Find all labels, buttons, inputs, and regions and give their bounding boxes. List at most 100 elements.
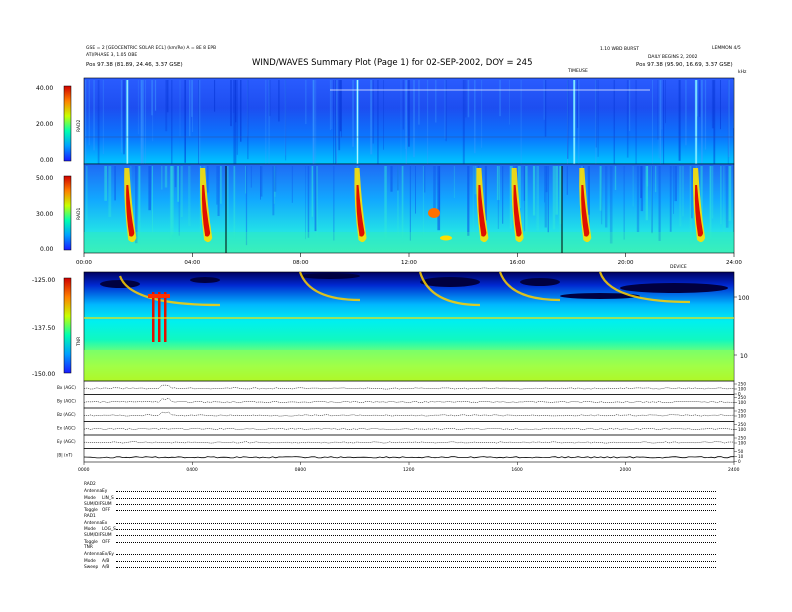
rad1-cbar-tick-2: 0.00: [40, 246, 54, 253]
rad2-burst-core: [695, 80, 697, 164]
rad2-streak: [597, 80, 599, 157]
rad2-streak: [179, 80, 181, 137]
rad2-streak: [474, 80, 476, 154]
rad2-streak: [701, 80, 703, 164]
rad2-streak: [123, 80, 125, 155]
rad2-streak: [240, 80, 242, 142]
rad1-streak: [523, 166, 525, 201]
rad1-streak: [558, 166, 562, 233]
rad2-streak: [166, 80, 169, 113]
rad2-streak: [720, 80, 721, 130]
rad1-streak: [161, 166, 163, 190]
rad1-streak: [640, 166, 642, 199]
tnr-dark-region: [420, 277, 480, 287]
rad-time-tick: 04:00: [184, 260, 200, 266]
rad1-low-band: [84, 232, 734, 252]
rad1-streak: [545, 166, 548, 193]
rad2-streak: [445, 80, 447, 142]
status-row-value: Ey: [102, 489, 108, 495]
rad1-streak: [655, 166, 657, 193]
rad1-streak: [728, 166, 732, 221]
rad1-streak: [307, 166, 310, 238]
rad2-streak: [184, 80, 186, 163]
tnr-red-spike: [152, 292, 155, 342]
rad-time-tick: 16:00: [509, 260, 525, 266]
status-row-label: Sweep: [84, 564, 99, 570]
rad2-streak: [333, 80, 335, 174]
rad2-streak: [658, 80, 660, 159]
rad1-streak: [433, 166, 436, 214]
rad2-streak: [698, 80, 701, 117]
status-row-label: Antenna: [84, 489, 103, 495]
line-panel-trace: [83, 456, 734, 459]
status-row: AntennaEx: [84, 520, 734, 526]
rad1-blob-1: [428, 208, 440, 218]
rad2-streak: [137, 80, 139, 135]
status-row: Mode LIN_S: [84, 495, 734, 501]
rad1-streak: [525, 166, 528, 235]
rad-time-tick: 20:00: [618, 260, 634, 266]
rad2-burst-core: [573, 80, 575, 164]
rad1-streak: [114, 166, 116, 201]
rad2-streak: [435, 80, 437, 123]
rad2-burst-core: [126, 80, 128, 164]
line-panels: Bx (AGC)2501000By (AGC)250100Bz (AGC)250…: [57, 380, 746, 464]
tnr-red-spike: [158, 292, 161, 342]
rad2-streak: [509, 80, 510, 125]
rad2-streak: [120, 80, 123, 153]
rad2-streak: [338, 80, 341, 151]
status-row-value: SUM: [102, 533, 112, 539]
rad1-streak: [164, 166, 168, 188]
rad1-streak: [233, 166, 236, 239]
bottom-time-tick: 0800: [295, 467, 307, 473]
rad2-streak: [331, 80, 333, 130]
rad1-streak: [720, 166, 722, 225]
rad2-streak: [341, 80, 342, 138]
line-panel-label: |B| (nT): [57, 453, 73, 458]
rad2-streak: [189, 80, 191, 137]
line-panel-right-tick: 100: [738, 414, 746, 419]
rad2-streak: [711, 80, 714, 129]
tnr-dark-region: [520, 278, 560, 286]
rad1-streak: [484, 166, 487, 221]
rad1-streak: [646, 166, 649, 187]
status-row-dots: [116, 558, 716, 562]
rad2-streak: [659, 80, 662, 167]
status-row-label: Toggle: [84, 539, 98, 545]
rad2-streak: [733, 80, 734, 129]
rad1-streak: [174, 166, 177, 188]
line-panel-label: Bx (AGC): [57, 385, 76, 390]
bottom-time-axis: 0000 0400 0800 1200 1600 2000 2400: [78, 462, 740, 473]
status-row: AntennaEx/Ey: [84, 551, 734, 557]
rad2-streak: [247, 80, 249, 160]
line-panel-trace: [83, 384, 735, 390]
line-panel-right-tick: 100: [738, 441, 746, 446]
rad1-streak: [532, 166, 536, 216]
rad2-streak: [278, 80, 280, 122]
status-row-value: Ex: [102, 520, 108, 526]
status-row-label: SUM/DIF: [84, 501, 103, 507]
status-row-dots: [116, 495, 716, 499]
rad1-streak: [453, 166, 455, 198]
bottom-time-tick: 1200: [403, 467, 415, 473]
rad1-streak: [104, 166, 107, 201]
rad1-streak: [725, 166, 729, 228]
line-panel-frame: [83, 434, 735, 449]
tnr-low-band: [84, 350, 734, 381]
status-row: Mode LOG_S: [84, 526, 734, 532]
rad2-streak: [315, 80, 317, 174]
status-row-value: OFF: [102, 539, 111, 545]
status-row: Sweep A/B: [84, 564, 734, 570]
rad1-streak: [601, 166, 603, 225]
tnr-cbar-tick-1: -137.50: [32, 325, 55, 332]
line-panel-label: Bz (AGC): [57, 412, 76, 417]
line-panel-label: Ex (AGC): [57, 426, 76, 431]
rad1-streak: [711, 166, 714, 219]
rad2-streak: [578, 80, 580, 167]
rad2-streak: [329, 80, 331, 130]
line-panel-trace: [84, 441, 735, 444]
rad2-streak: [102, 80, 104, 154]
status-row: Toggle OFF: [84, 507, 734, 513]
rad1-streak: [547, 166, 549, 233]
rad2-streak: [413, 80, 415, 158]
